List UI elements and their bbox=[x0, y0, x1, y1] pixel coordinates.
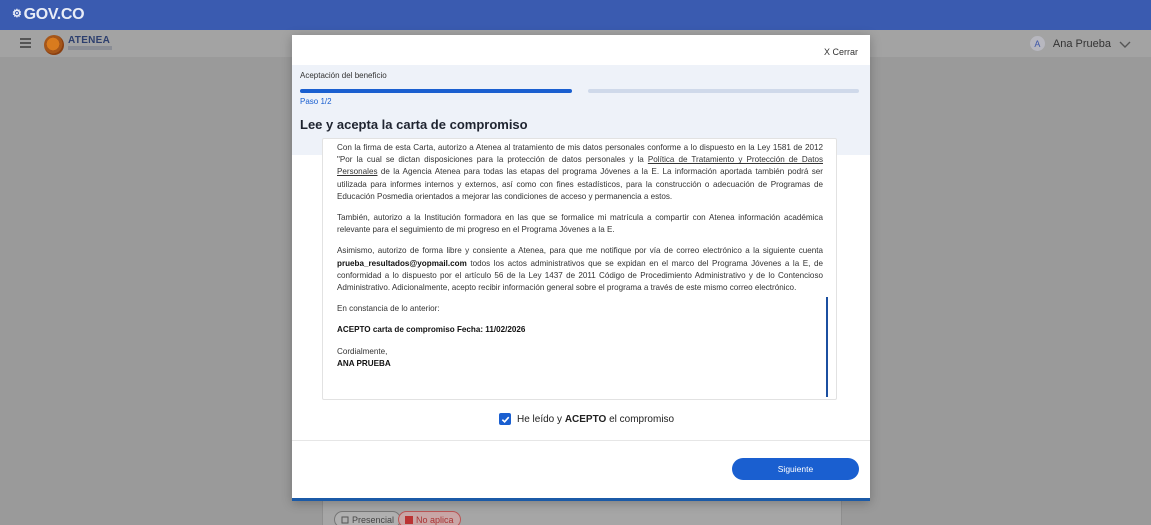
progress-track bbox=[587, 89, 859, 93]
gov-co-logo[interactable]: ⚙ GOV.CO bbox=[12, 6, 85, 24]
close-button[interactable]: X Cerrar bbox=[824, 47, 858, 57]
atenea-logo-text: ATENEA bbox=[68, 35, 111, 46]
step-indicator: Paso 1/2 bbox=[300, 97, 332, 106]
progress-bar bbox=[300, 89, 859, 93]
chip-presencial-label: Presencial bbox=[352, 514, 395, 525]
commitment-letter[interactable]: Con la firma de esta Carta, autorizo a A… bbox=[322, 138, 837, 400]
closing-text: Cordialmente, bbox=[337, 346, 388, 356]
menu-icon[interactable] bbox=[20, 38, 31, 48]
accept-checkbox-row[interactable]: He leído y ACEPTO el compromiso bbox=[499, 413, 674, 425]
user-menu[interactable]: A Ana Prueba bbox=[1029, 36, 1131, 51]
user-name: Ana Prueba bbox=[1052, 37, 1111, 50]
chip-presencial: Presencial bbox=[334, 511, 402, 525]
check-icon bbox=[501, 416, 509, 423]
acceptance-date: ACEPTO carta de compromiso Fecha: 11/02/… bbox=[337, 324, 823, 336]
next-button[interactable]: Siguiente bbox=[732, 458, 859, 480]
accept-label: He leído y ACEPTO el compromiso bbox=[517, 414, 674, 425]
letter-p1-text-cont: de la Agencia Atenea para todas las etap… bbox=[337, 167, 823, 201]
chevron-down-icon bbox=[1119, 41, 1131, 48]
letter-text: Con la firma de esta Carta, autorizo a A… bbox=[337, 142, 823, 370]
gov-co-logo-text: GOV.CO bbox=[23, 6, 85, 23]
acceptance-date-text: ACEPTO carta de compromiso Fecha: 11/02/… bbox=[337, 325, 526, 335]
progress-fill bbox=[300, 89, 572, 93]
letter-paragraph-4: En constancia de lo anterior: bbox=[337, 304, 440, 314]
accept-label-pre: He leído y bbox=[517, 413, 565, 425]
letter-paragraph-2: También, autorizo a la Institución forma… bbox=[337, 213, 823, 235]
modal-heading: Lee y acepta la carta de compromiso bbox=[300, 117, 528, 132]
letter-p3-text: Asimismo, autorizo de forma libre y cons… bbox=[337, 246, 823, 256]
accept-label-post: el compromiso bbox=[606, 413, 675, 425]
footer-divider bbox=[292, 440, 870, 441]
acceptance-modal: X Cerrar Aceptación del beneficio Paso 1… bbox=[292, 35, 870, 501]
signature-block: Cordialmente, ANA PRUEBA bbox=[337, 346, 823, 370]
step-title: Aceptación del beneficio bbox=[300, 71, 387, 80]
accept-checkbox[interactable] bbox=[499, 413, 511, 425]
letter-paragraph-1: Con la firma de esta Carta, autorizo a A… bbox=[337, 142, 823, 203]
notification-email: prueba_resultados@yopmail.com bbox=[337, 258, 467, 268]
avatar: A bbox=[1029, 36, 1045, 51]
gov-bar: ⚙ GOV.CO bbox=[0, 0, 1151, 30]
building-icon bbox=[341, 516, 349, 523]
scrollbar[interactable] bbox=[826, 297, 828, 397]
chip-no-aplica-label: No aplica bbox=[416, 514, 454, 525]
letter-paragraph-3: Asimismo, autorizo de forma libre y cons… bbox=[337, 245, 823, 294]
atenea-logo-icon bbox=[44, 35, 64, 55]
chip-no-aplica: No aplica bbox=[398, 511, 461, 525]
atenea-logo-subtitle bbox=[68, 46, 112, 50]
signer-name: ANA PRUEBA bbox=[337, 358, 391, 368]
warning-icon bbox=[405, 515, 413, 524]
accept-label-bold: ACEPTO bbox=[564, 413, 607, 425]
